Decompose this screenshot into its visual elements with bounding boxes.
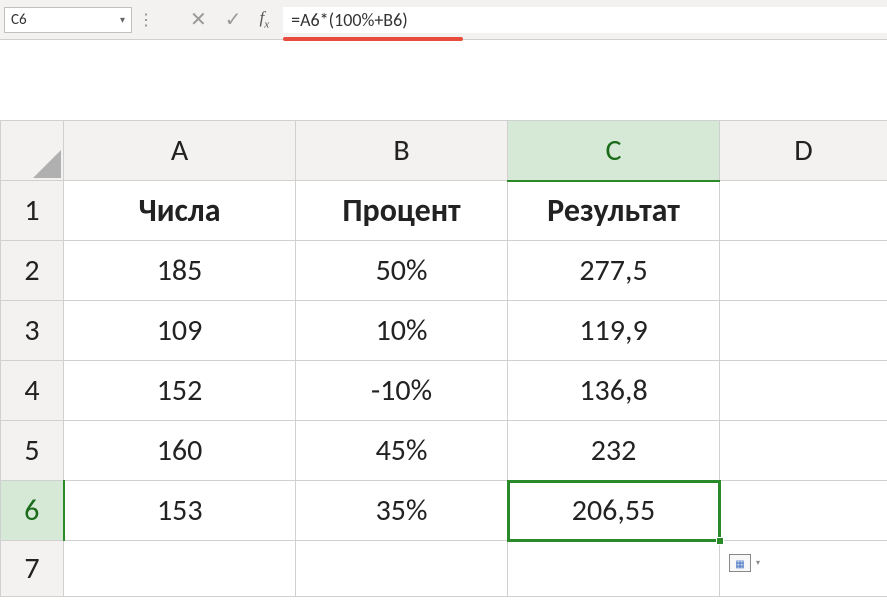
cell-c1[interactable]: Результат [508,181,720,241]
cell-d1[interactable] [720,181,887,241]
cell-a4[interactable]: 152 [64,361,296,421]
row-header-2[interactable]: 2 [1,241,64,301]
table-row: 6 153 35% 206,55 ▦ [1,481,887,541]
table-row: 2 185 50% 277,5 [1,241,887,301]
cell-d3[interactable] [720,301,887,361]
cell-a2[interactable]: 185 [64,241,296,301]
name-box[interactable]: C6 ▾ [4,7,132,33]
formula-controls: ✕ ✓ fx [190,7,269,32]
select-all-corner[interactable] [1,121,64,181]
triangle-icon [33,150,61,178]
cell-a7[interactable] [64,541,296,597]
col-header-c[interactable]: C [508,121,720,181]
row-header-1[interactable]: 1 [1,181,64,241]
confirm-icon[interactable]: ✓ [225,7,242,32]
row-header-3[interactable]: 3 [1,301,64,361]
row-header-6[interactable]: 6 [1,481,64,541]
cell-b5[interactable]: 45% [296,421,508,481]
cell-a5[interactable]: 160 [64,421,296,481]
row-header-4[interactable]: 4 [1,361,64,421]
cell-c5[interactable]: 232 [508,421,720,481]
cell-b6[interactable]: 35% [296,481,508,541]
cell-c6[interactable]: 206,55 ▦ [508,481,720,541]
cell-d4[interactable] [720,361,887,421]
cell-b4[interactable]: -10% [296,361,508,421]
table-row: 1 Числа Процент Результат [1,181,887,241]
cell-d2[interactable] [720,241,887,301]
spreadsheet-grid: A B C D 1 Числа Процент Результат 2 185 … [0,120,887,597]
blank-area [0,40,887,120]
cell-a1[interactable]: Числа [64,181,296,241]
cell-c2[interactable]: 277,5 [508,241,720,301]
cell-a3[interactable]: 109 [64,301,296,361]
row-header-5[interactable]: 5 [1,421,64,481]
col-header-a[interactable]: A [64,121,296,181]
formula-input[interactable]: =A6*(100%+B6) [283,7,887,33]
cell-a6[interactable]: 153 [64,481,296,541]
chevron-down-icon[interactable]: ▾ [120,13,125,26]
column-header-row: A B C D [1,121,887,181]
row-header-7[interactable]: 7 [1,541,64,597]
table-row: 3 109 10% 119,9 [1,301,887,361]
autofill-options-icon[interactable]: ▦ [729,554,751,572]
name-box-value: C6 [11,11,27,29]
cell-c3[interactable]: 119,9 [508,301,720,361]
fx-icon[interactable]: fx [260,8,270,30]
highlight-underline [283,37,463,41]
cell-d5[interactable] [720,421,887,481]
cell-c7[interactable] [508,541,720,597]
table-row: 7 [1,541,887,597]
cell-b3[interactable]: 10% [296,301,508,361]
col-header-b[interactable]: B [296,121,508,181]
formula-text: =A6*(100%+B6) [291,9,408,31]
more-icon[interactable]: ⋮ [132,7,160,33]
cell-b2[interactable]: 50% [296,241,508,301]
table-row: 5 160 45% 232 [1,421,887,481]
cancel-icon[interactable]: ✕ [190,7,207,32]
cell-b7[interactable] [296,541,508,597]
table-row: 4 152 -10% 136,8 [1,361,887,421]
cell-c6-value: 206,55 [572,492,656,529]
cell-c4[interactable]: 136,8 [508,361,720,421]
col-header-d[interactable]: D [720,121,887,181]
formula-bar: C6 ▾ ⋮ ✕ ✓ fx =A6*(100%+B6) [0,0,887,40]
cell-b1[interactable]: Процент [296,181,508,241]
cell-d6[interactable] [720,481,887,541]
fill-handle[interactable] [716,537,724,545]
